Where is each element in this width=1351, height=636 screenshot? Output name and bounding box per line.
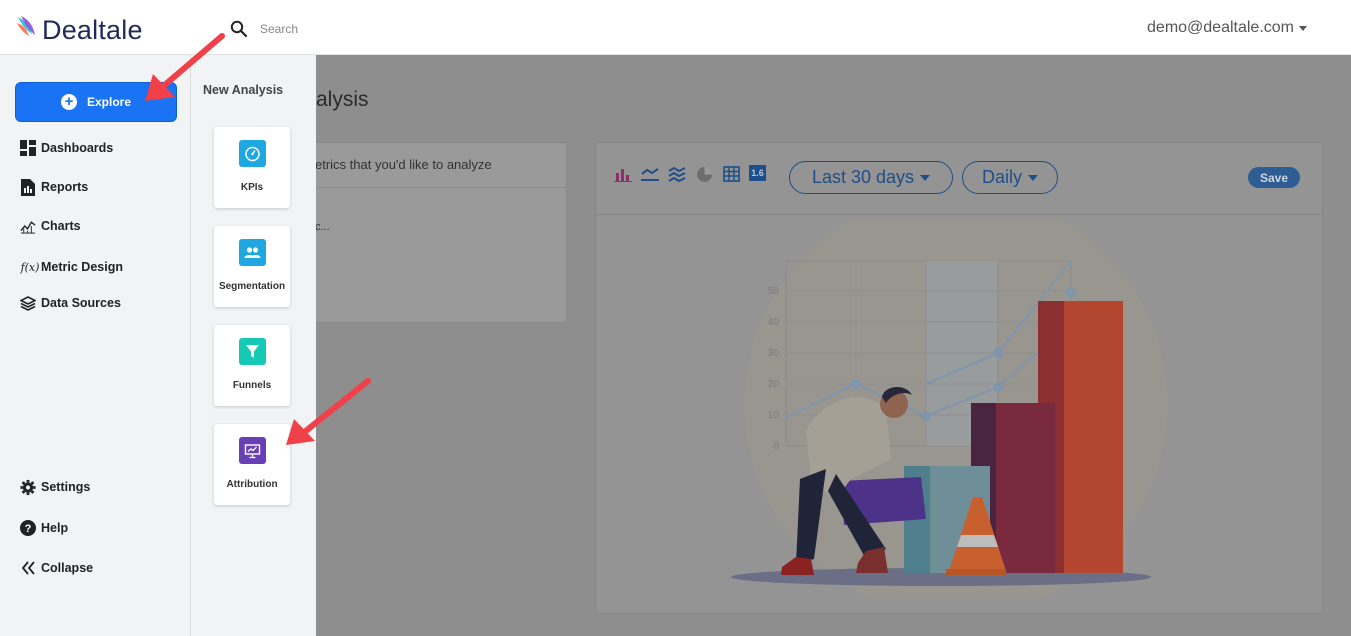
tile-label: KPIs (240, 182, 264, 193)
sidebar-item-dashboards[interactable]: Dashboards (20, 140, 113, 156)
chart-type-selector: 1.6 (614, 165, 766, 183)
date-range-dropdown[interactable]: Last 30 days (789, 161, 953, 194)
card-divider (293, 187, 566, 188)
plus-icon: + (60, 94, 77, 110)
funnel-icon (239, 338, 266, 365)
top-bar: Dealtale demo@dealtale.com (0, 0, 1351, 55)
explore-button[interactable]: + Explore (15, 82, 177, 122)
tile-segmentation[interactable]: Segmentation (214, 226, 290, 307)
people-icon (239, 239, 266, 266)
sidebar-item-label: Data Sources (41, 296, 121, 310)
tile-label: Funnels (232, 380, 272, 391)
dashboard-icon (20, 140, 36, 156)
chevron-down-icon (1028, 174, 1038, 181)
page-title: alysis (316, 88, 369, 111)
line-chart-icon[interactable] (641, 165, 659, 183)
help-icon: ? (20, 520, 36, 536)
sidebar-item-data-sources[interactable]: Data Sources (20, 295, 121, 311)
illustration-tick: 40 (768, 317, 780, 328)
illustration-tick: 0 (773, 441, 779, 452)
date-range-label: Last 30 days (811, 167, 915, 187)
table-icon[interactable] (722, 165, 740, 183)
illustration-tick: 30 (768, 348, 780, 359)
pie-chart-icon[interactable] (695, 165, 713, 183)
layers-icon (20, 295, 36, 311)
chevron-down-icon (1299, 25, 1307, 31)
sidebar-item-label: Help (41, 521, 69, 535)
metrics-selection-card: etrics that you'd like to analyze c... (292, 142, 567, 323)
tile-label: Attribution (226, 479, 278, 490)
metrics-placeholder-text: c... (315, 221, 330, 233)
gear-icon (20, 479, 36, 495)
logo-text: Dealtale (42, 14, 143, 45)
sidebar-item-settings[interactable]: Settings (20, 479, 90, 495)
sidebar-item-label: Metric Design (41, 260, 123, 274)
bar-chart-icon[interactable] (614, 165, 632, 183)
search-input[interactable] (258, 17, 562, 41)
user-menu[interactable]: demo@dealtale.com (1147, 19, 1307, 37)
svg-text:?: ? (25, 523, 32, 535)
function-icon: f(x) (20, 260, 40, 274)
metrics-hint-text: etrics that you'd like to analyze (315, 157, 492, 172)
report-icon (20, 178, 36, 196)
speedometer-icon (239, 140, 266, 167)
illustration-tick: 10 (768, 410, 780, 421)
sidebar: + Explore Dashboards Reports Charts f(x)… (0, 55, 191, 636)
save-button[interactable]: Save (1248, 167, 1300, 188)
tile-funnels[interactable]: Funnels (214, 325, 290, 406)
explore-label: Explore (86, 95, 131, 109)
area-chart-icon[interactable] (668, 165, 686, 183)
sidebar-item-metric-design[interactable]: f(x) Metric Design (20, 259, 123, 275)
empty-state-illustration: 50 40 30 20 10 0 (731, 219, 1168, 599)
toolbar-divider (596, 214, 1322, 215)
search-icon[interactable] (230, 20, 248, 43)
granularity-dropdown[interactable]: Daily (962, 161, 1058, 194)
chart-preview-card: 1.6 Last 30 days Daily Save 50 40 30 20 … (595, 142, 1323, 614)
tile-kpis[interactable]: KPIs (214, 127, 290, 208)
double-chevron-left-icon (20, 560, 36, 576)
illustration-tick: 20 (768, 379, 780, 390)
presentation-chart-icon (239, 437, 266, 464)
sidebar-item-reports[interactable]: Reports (20, 178, 89, 196)
line-chart-icon (20, 218, 36, 234)
tile-label: Segmentation (218, 281, 286, 292)
sidebar-item-collapse[interactable]: Collapse (20, 560, 93, 576)
sidebar-item-label: Collapse (41, 561, 94, 575)
sidebar-item-label: Settings (41, 480, 91, 494)
chevron-down-icon (920, 174, 931, 181)
user-email: demo@dealtale.com (1147, 19, 1294, 36)
flyout-title: New Analysis (203, 83, 284, 97)
number-icon[interactable]: 1.6 (749, 165, 766, 181)
granularity-label: Daily (981, 167, 1022, 187)
sidebar-item-charts[interactable]: Charts (20, 218, 81, 234)
illustration-tick: 50 (768, 286, 780, 297)
new-analysis-flyout: New Analysis KPIs Segmentation Funnels A… (191, 55, 316, 636)
sidebar-item-label: Charts (41, 219, 81, 233)
dealtale-logo[interactable]: Dealtale (16, 14, 143, 45)
sidebar-item-label: Dashboards (41, 141, 114, 155)
sidebar-item-help[interactable]: ? Help (20, 520, 68, 536)
tile-attribution[interactable]: Attribution (214, 424, 290, 505)
dealtale-logo-mark-icon (16, 14, 38, 45)
sidebar-item-label: Reports (41, 180, 89, 194)
